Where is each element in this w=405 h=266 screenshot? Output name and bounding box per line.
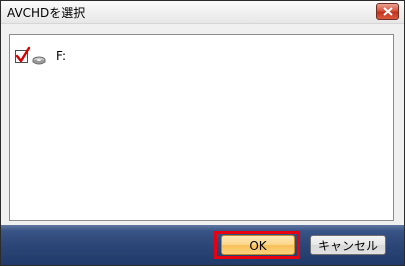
drive-icon (32, 51, 46, 65)
drive-label: F: (56, 49, 67, 63)
dialog-content: F: (1, 24, 404, 225)
dialog-window: AVCHDを選択 F: OK キャンセル (0, 0, 405, 266)
drive-list[interactable]: F: (9, 34, 394, 221)
close-button[interactable] (376, 3, 399, 20)
title-bar: AVCHDを選択 (1, 1, 404, 24)
checkmark-icon (15, 46, 31, 62)
drive-checkbox[interactable] (15, 46, 31, 63)
list-item[interactable]: F: (15, 46, 67, 65)
window-title: AVCHDを選択 (7, 6, 86, 20)
cancel-button[interactable]: キャンセル (310, 235, 386, 255)
footer-shine (1, 225, 404, 231)
close-icon (383, 7, 393, 16)
button-bar: OK キャンセル (1, 225, 404, 265)
ok-button[interactable]: OK (221, 235, 295, 255)
